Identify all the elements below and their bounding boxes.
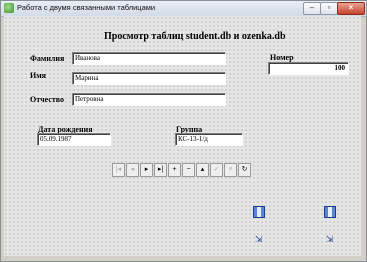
surname-label: Фамилия	[30, 54, 65, 63]
maximize-button[interactable]: ▫	[320, 2, 338, 15]
nav-prior-button[interactable]: ◂	[126, 163, 139, 177]
group-field[interactable]: КС-13-1/д	[175, 133, 243, 146]
patronymic-field[interactable]: Петровна	[72, 93, 226, 106]
nav-refresh-button[interactable]: ↻	[238, 163, 251, 177]
number-label: Номер	[270, 53, 294, 62]
nav-next-button[interactable]: ▸	[140, 163, 153, 177]
nav-edit-button[interactable]: ▴	[196, 163, 209, 177]
title-bar[interactable]: Работа с двумя связанными таблицами – ▫ …	[1, 1, 366, 17]
nav-insert-button[interactable]: +	[168, 163, 181, 177]
app-icon	[4, 3, 14, 13]
nav-delete-button[interactable]: −	[182, 163, 195, 177]
patronymic-label: Отчество	[30, 95, 65, 104]
nav-first-button[interactable]: |◂	[112, 163, 125, 177]
form-heading: Просмотр таблиц student.db и ozenka.db	[104, 31, 286, 42]
minimize-button[interactable]: –	[303, 2, 321, 15]
nav-last-button[interactable]: ▸|	[154, 163, 167, 177]
window-title: Работа с двумя связанными таблицами	[17, 3, 156, 12]
datasource-icon[interactable]: ⇲	[253, 234, 264, 245]
table-icon[interactable]	[253, 206, 265, 218]
nav-post-button[interactable]: ✓	[210, 163, 223, 177]
name-label: Имя	[30, 71, 46, 80]
number-field[interactable]: 100	[268, 62, 349, 75]
datasource-icon[interactable]: ⇲	[324, 234, 335, 245]
close-button[interactable]: ×	[337, 2, 365, 15]
table-icon[interactable]	[324, 206, 336, 218]
nav-cancel-button[interactable]: ×	[224, 163, 237, 177]
db-navigator: |◂ ◂ ▸ ▸| + − ▴ ✓ × ↻	[112, 163, 252, 177]
birthdate-field[interactable]: 05.09.1987	[37, 133, 111, 146]
name-field[interactable]: Марина	[72, 72, 226, 85]
surname-field[interactable]: Иванова	[72, 52, 226, 65]
